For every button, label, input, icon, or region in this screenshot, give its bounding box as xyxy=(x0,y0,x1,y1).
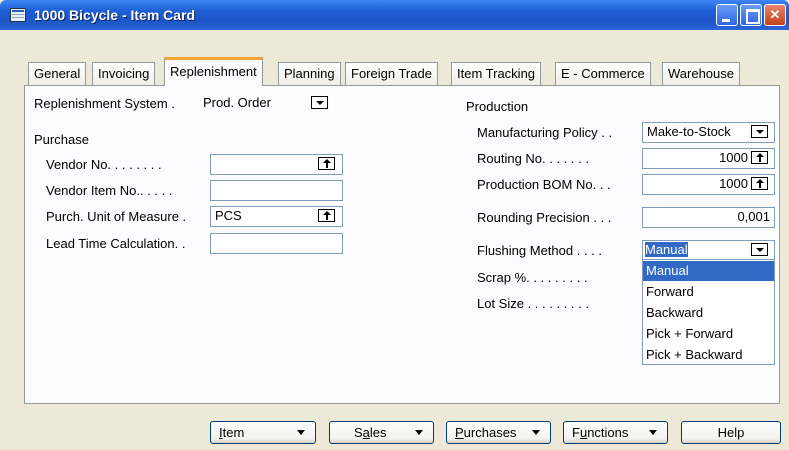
purchase-heading: Purchase xyxy=(34,132,89,147)
replenishment-system-label: Replenishment System . xyxy=(34,96,175,111)
help-button[interactable]: Help xyxy=(681,421,781,444)
sales-menu-button[interactable]: Sales xyxy=(329,421,434,444)
routing-no-label: Routing No. . . . . . . xyxy=(477,151,589,166)
tab-foreign-trade[interactable]: Foreign Trade xyxy=(345,62,438,85)
maximize-button[interactable] xyxy=(740,4,762,26)
purch-unit-of-measure-label: Purch. Unit of Measure . xyxy=(46,209,187,224)
item-card-icon xyxy=(10,8,26,22)
routing-no-lookup-icon[interactable] xyxy=(751,151,768,164)
flushing-method-dropdown-icon[interactable] xyxy=(751,243,768,256)
tab-e-commerce[interactable]: E - Commerce xyxy=(555,62,651,85)
sales-menu-arrow-icon xyxy=(415,430,423,435)
production-bom-no-lookup-icon[interactable] xyxy=(751,177,768,190)
manufacturing-policy-dropdown-icon[interactable] xyxy=(751,125,768,138)
rounding-precision-label: Rounding Precision . . . xyxy=(477,210,612,225)
flushing-option-pick-forward[interactable]: Pick + Forward xyxy=(643,324,774,344)
purchases-menu-button[interactable]: Purchases xyxy=(446,421,551,444)
flushing-method-dropdown-list: Manual Forward Backward Pick + Forward P… xyxy=(642,259,775,365)
production-heading: Production xyxy=(466,99,529,114)
tab-planning[interactable]: Planning xyxy=(278,62,341,85)
flushing-method-label: Flushing Method . . . . xyxy=(477,243,603,258)
functions-menu-button[interactable]: Functions xyxy=(563,421,668,444)
replenishment-system-dropdown-icon[interactable] xyxy=(311,96,328,109)
item-menu-arrow-icon xyxy=(297,430,305,435)
manufacturing-policy-value: Make-to-Stock xyxy=(647,124,731,139)
item-card-window: 1000 Bicycle - Item Card ✕ General Invoi… xyxy=(0,0,789,450)
lead-time-calculation-label: Lead Time Calculation. . xyxy=(46,236,186,251)
lot-size-label: Lot Size . . . . . . . . . xyxy=(477,296,589,311)
flushing-option-forward[interactable]: Forward xyxy=(643,282,774,302)
flushing-method-value: Manual xyxy=(645,242,688,257)
tab-invoicing[interactable]: Invoicing xyxy=(92,62,156,85)
item-menu-label: Item xyxy=(219,425,245,440)
vendor-item-no-label: Vendor Item No.. . . . . xyxy=(46,183,173,198)
flushing-option-pick-backward[interactable]: Pick + Backward xyxy=(643,345,774,365)
purchases-menu-arrow-icon xyxy=(532,430,540,435)
purch-unit-of-measure-lookup-icon[interactable] xyxy=(318,209,335,222)
sales-menu-label: Sales xyxy=(354,425,387,440)
production-bom-no-label: Production BOM No. . . xyxy=(477,177,611,192)
flushing-option-backward[interactable]: Backward xyxy=(643,303,774,323)
vendor-item-no-field[interactable] xyxy=(210,180,343,201)
functions-menu-label: Functions xyxy=(572,425,629,440)
tab-replenishment[interactable]: Replenishment xyxy=(164,57,263,86)
item-menu-button[interactable]: Item xyxy=(210,421,316,444)
purchases-menu-label: Purchases xyxy=(455,425,517,440)
vendor-no-lookup-icon[interactable] xyxy=(318,157,335,170)
manufacturing-policy-label: Manufacturing Policy . . xyxy=(477,125,613,140)
replenishment-system-value: Prod. Order xyxy=(203,95,271,110)
lead-time-calculation-field[interactable] xyxy=(210,233,343,254)
functions-menu-arrow-icon xyxy=(649,430,657,435)
tab-item-tracking[interactable]: Item Tracking xyxy=(451,62,542,85)
close-button[interactable]: ✕ xyxy=(764,4,786,26)
minimize-button[interactable] xyxy=(716,4,738,26)
scrap-percent-label: Scrap %. . . . . . . . . xyxy=(477,270,588,285)
flushing-option-manual[interactable]: Manual xyxy=(643,261,774,281)
title-bar[interactable]: 1000 Bicycle - Item Card ✕ xyxy=(0,0,789,30)
window-title: 1000 Bicycle - Item Card xyxy=(34,7,196,23)
rounding-precision-field[interactable]: 0,001 xyxy=(642,207,775,228)
tab-general[interactable]: General xyxy=(28,62,87,85)
tab-warehouse[interactable]: Warehouse xyxy=(662,62,740,85)
vendor-no-label: Vendor No. . . . . . . . xyxy=(46,157,162,172)
close-icon: ✕ xyxy=(769,7,781,22)
